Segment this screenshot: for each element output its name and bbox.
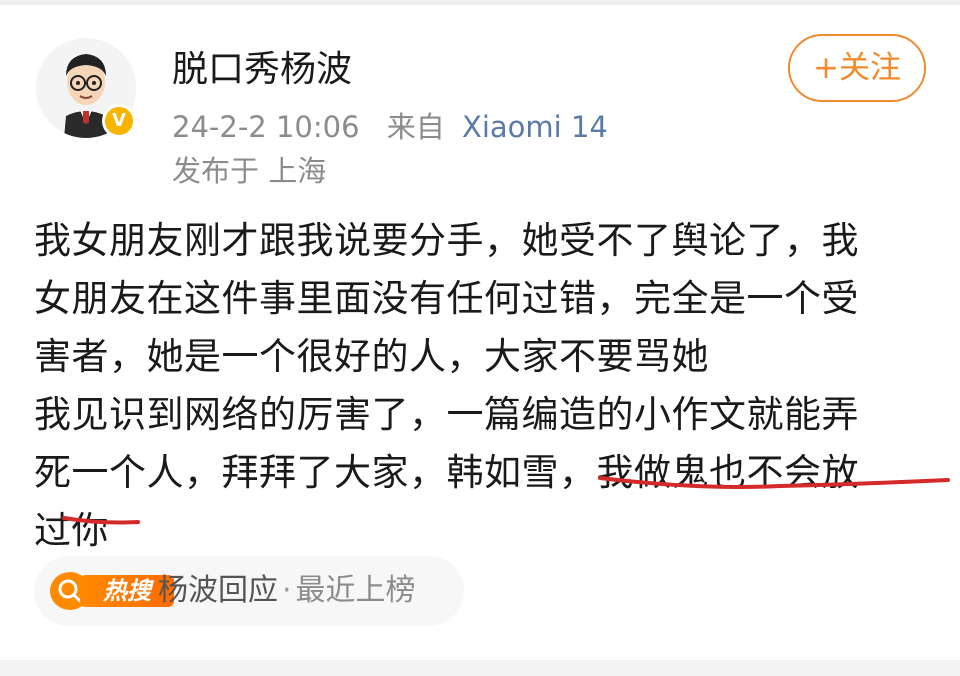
post-content: 我女朋友刚才跟我说要分手，她受不了舆论了，我 女朋友在这件事里面没有任何过错，完…: [34, 212, 934, 560]
content-line: 我女朋友刚才跟我说要分手，她受不了舆论了，我: [34, 219, 859, 262]
hot-search-tag: 最近上榜: [295, 573, 416, 608]
hot-search-topic: 杨波回应: [158, 573, 278, 608]
source-prefix: 来自: [386, 110, 445, 144]
follow-button[interactable]: +关注: [788, 34, 926, 102]
content-line: 害者，她是一个很好的人，大家不要骂她: [34, 335, 709, 378]
post-meta: 24-2-2 10:06 来自 Xiaomi 14: [172, 104, 608, 146]
content-line: 我见识到网络的厉害了，一篇编造的小作文就能弄: [34, 393, 859, 436]
hot-search-text: 杨波回应 · 最近上榜: [158, 568, 416, 614]
content-line: 女朋友在这件事里面没有任何过错，完全是一个受: [34, 277, 859, 320]
hot-search-card[interactable]: 热搜 杨波回应 · 最近上榜: [34, 556, 464, 626]
content-line: 过你: [34, 509, 109, 552]
post-location: 发布于 上海: [172, 154, 327, 188]
author-name[interactable]: 脱口秀杨波: [172, 40, 352, 92]
weibo-post: V 脱口秀杨波 24-2-2 10:06 来自 Xiaomi 14 发布于 上海…: [0, 0, 960, 676]
verified-badge-icon: V: [102, 104, 136, 138]
bottom-divider: [0, 660, 960, 676]
post-timestamp: 24-2-2 10:06: [172, 110, 360, 144]
device-link[interactable]: Xiaomi 14: [462, 110, 608, 144]
hot-search-separator: ·: [282, 573, 292, 608]
author-avatar-group[interactable]: V: [36, 38, 136, 138]
top-divider: [0, 0, 960, 5]
content-line: 死一个人，拜拜了大家，韩如雪，我做鬼也不会放: [34, 451, 859, 494]
